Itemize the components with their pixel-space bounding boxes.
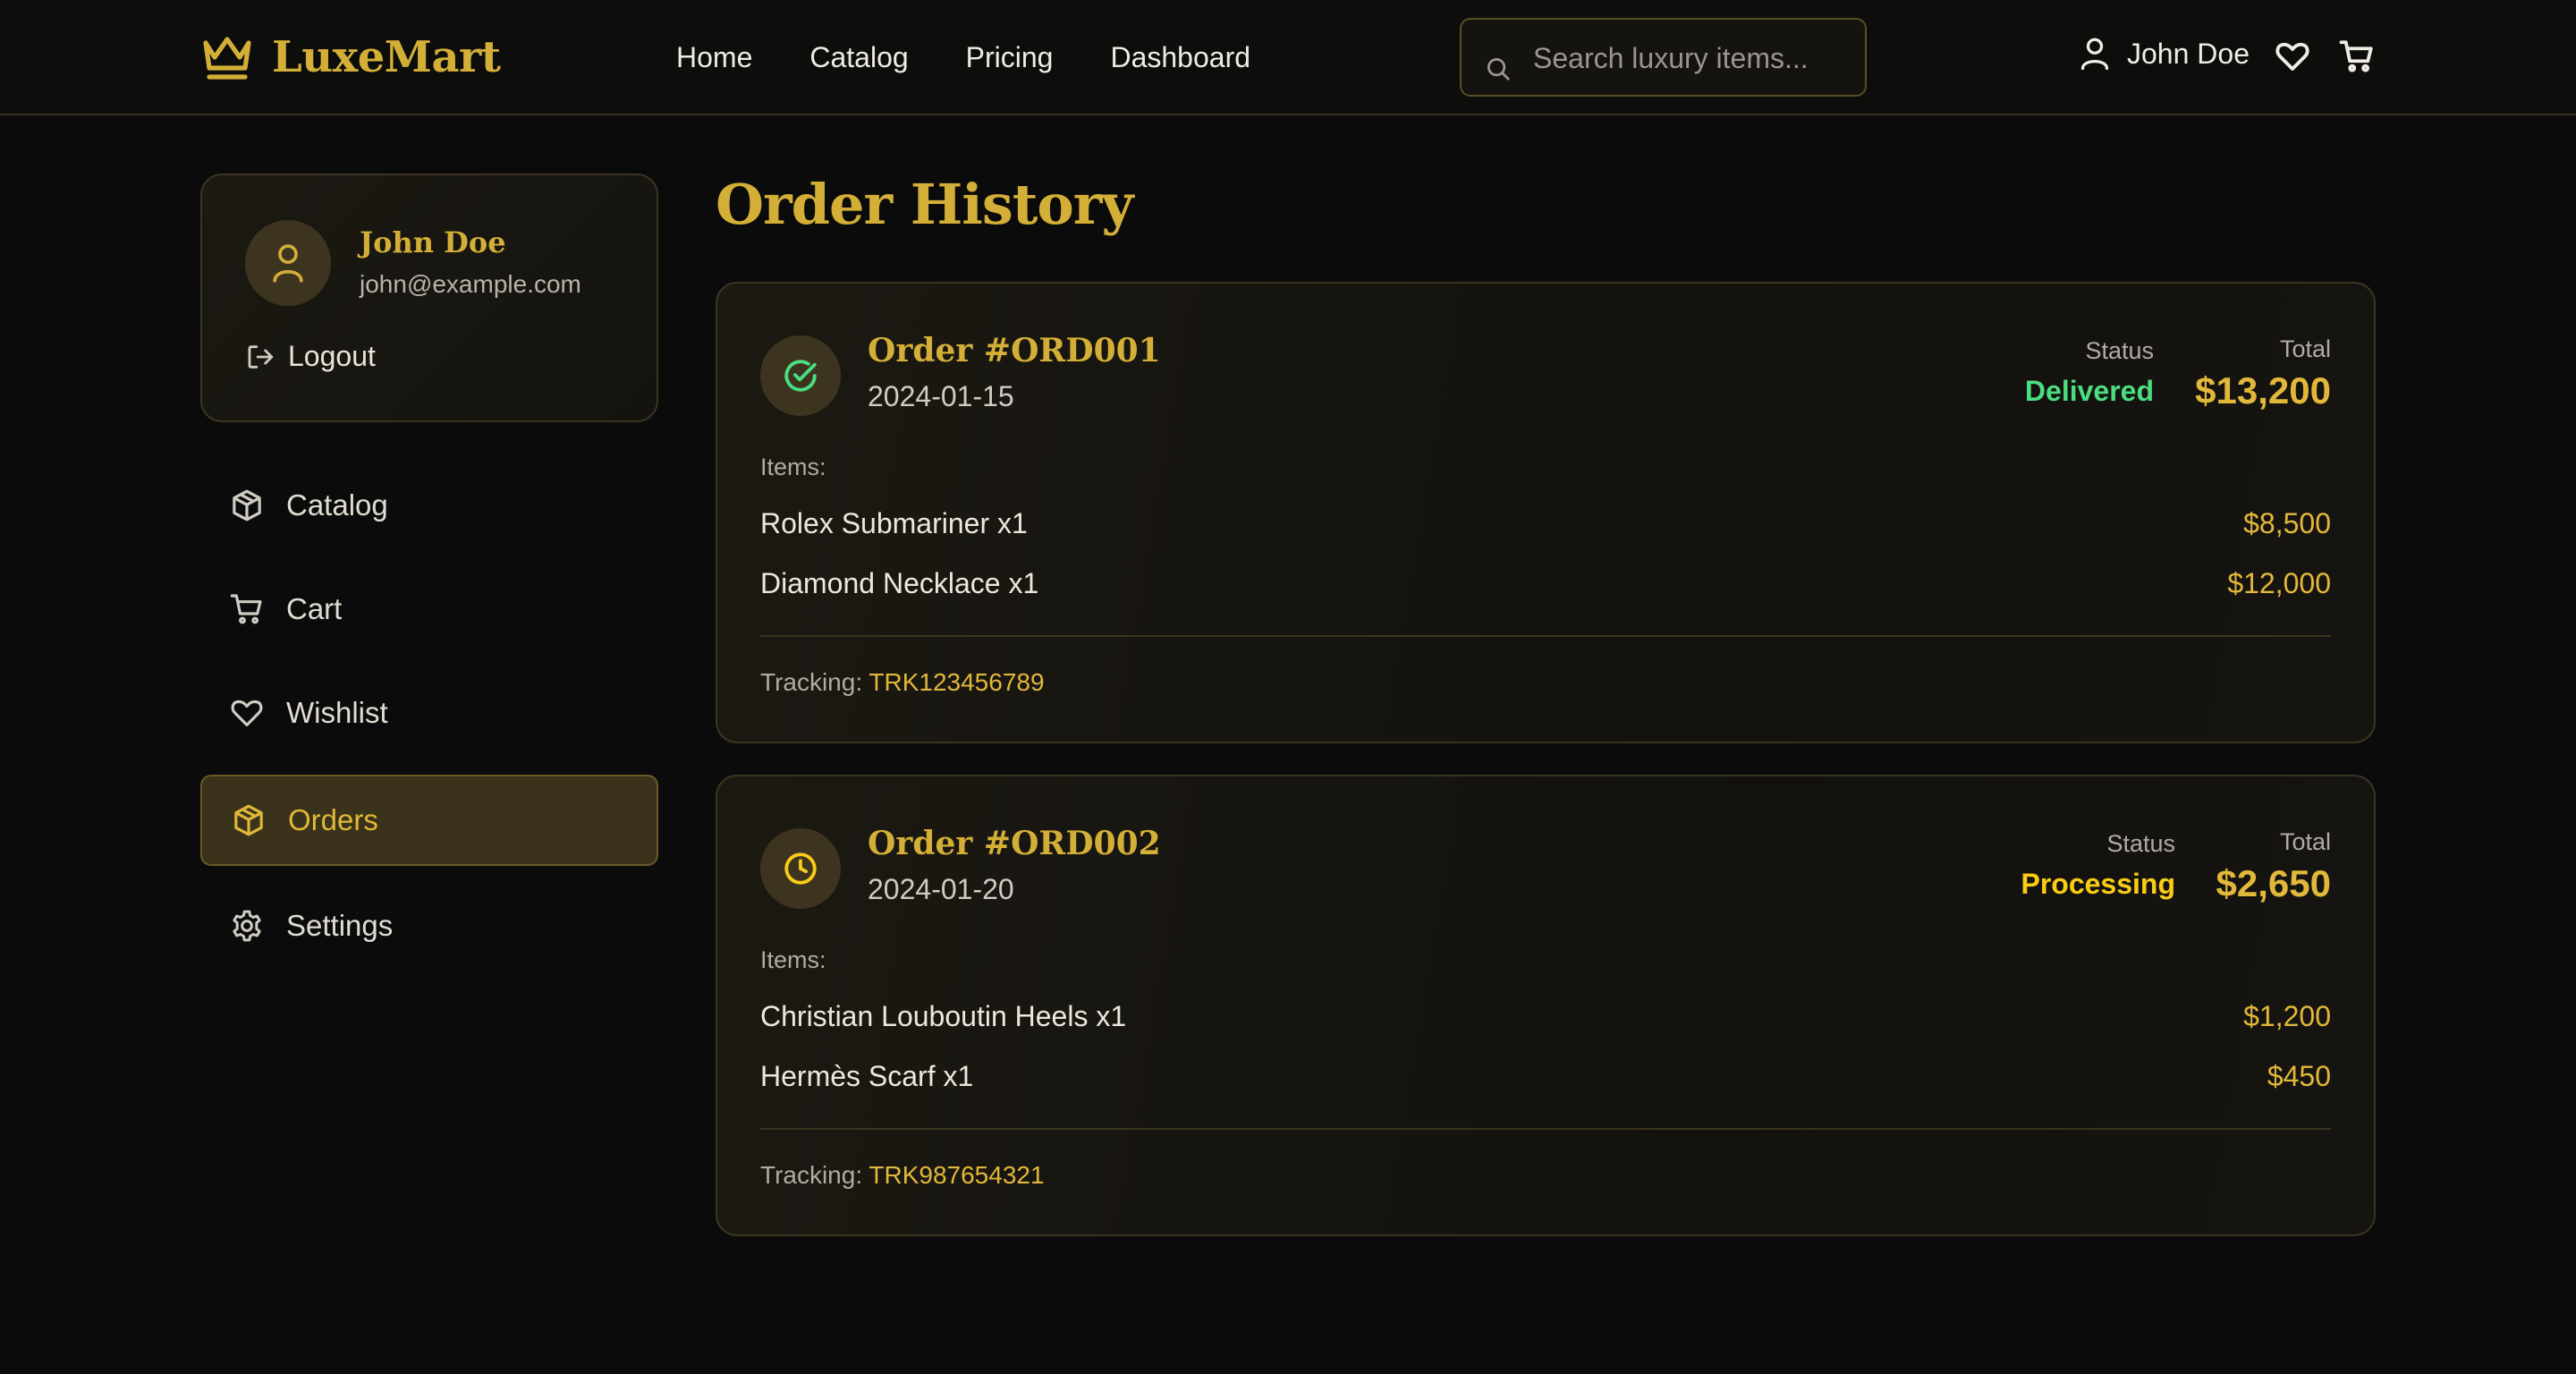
order-card: Order #ORD001 2024-01-15 Status Delivere… bbox=[716, 282, 2376, 743]
crown-icon bbox=[203, 37, 251, 80]
nav-dashboard[interactable]: Dashboard bbox=[1110, 36, 1250, 79]
nav-home[interactable]: Home bbox=[676, 36, 752, 79]
user-menu[interactable]: John Doe bbox=[2079, 36, 2250, 72]
cart-icon bbox=[230, 594, 262, 624]
sidebar-item-label: Orders bbox=[288, 803, 378, 836]
gear-icon bbox=[233, 910, 261, 942]
heart-icon bbox=[231, 700, 263, 726]
header-user-name: John Doe bbox=[2127, 37, 2250, 70]
check-circle-icon bbox=[784, 360, 817, 392]
logout-icon bbox=[248, 344, 274, 369]
item-name: Hermès Scarf x1 bbox=[760, 1060, 974, 1092]
sidebar-item-label: Wishlist bbox=[286, 696, 388, 729]
package-icon bbox=[233, 489, 261, 522]
tracking-link[interactable]: TRK123456789 bbox=[869, 668, 1044, 696]
item-name: Rolex Submariner x1 bbox=[760, 507, 1028, 539]
sidebar-item-label: Catalog bbox=[286, 488, 388, 522]
logout-label: Logout bbox=[288, 340, 376, 372]
brand-logo[interactable]: LuxeMart bbox=[200, 32, 501, 82]
main-nav: Home Catalog Pricing Dashboard bbox=[676, 36, 1250, 79]
order-id: Order #ORD001 bbox=[868, 332, 1161, 369]
sidebar-item-orders[interactable]: Orders bbox=[200, 775, 658, 866]
order-date: 2024-01-15 bbox=[868, 380, 1014, 412]
order-date: 2024-01-20 bbox=[868, 873, 1014, 905]
nav-catalog[interactable]: Catalog bbox=[809, 36, 908, 79]
item-name: Christian Louboutin Heels x1 bbox=[760, 1000, 1127, 1032]
total-label: Total bbox=[2279, 335, 2331, 362]
tracking-label: Tracking: bbox=[760, 668, 863, 696]
order-status: Processing bbox=[2021, 868, 2175, 900]
tracking-info: Tracking: TRK987654321 bbox=[760, 1161, 1045, 1190]
search-box bbox=[1460, 18, 1867, 97]
sidebar-item-settings[interactable]: Settings bbox=[200, 880, 658, 971]
list-item: Christian Louboutin Heels x1 $1,200 bbox=[760, 1000, 2331, 1045]
top-header: LuxeMart Home Catalog Pricing Dashboard … bbox=[0, 0, 2576, 115]
sidebar-item-wishlist[interactable]: Wishlist bbox=[200, 667, 658, 759]
list-item: Hermès Scarf x1 $450 bbox=[760, 1060, 2331, 1105]
search-icon bbox=[1487, 58, 1510, 81]
item-price: $1,200 bbox=[2243, 1000, 2331, 1032]
package-icon bbox=[234, 804, 263, 836]
item-price: $8,500 bbox=[2243, 507, 2331, 539]
search-input[interactable] bbox=[1533, 36, 1855, 81]
items-label: Items: bbox=[760, 454, 826, 480]
cart-icon bbox=[2339, 40, 2373, 72]
profile-card: John Doe john@example.com Logout bbox=[200, 174, 658, 422]
sidebar-item-label: Settings bbox=[286, 909, 394, 942]
page-title: Order History bbox=[716, 172, 1133, 237]
status-label: Status bbox=[2106, 830, 2175, 857]
order-status-badge bbox=[760, 335, 841, 416]
sidebar-item-label: Cart bbox=[286, 592, 343, 625]
total-label: Total bbox=[2279, 828, 2331, 855]
clock-icon bbox=[784, 852, 817, 885]
profile-email: john@example.com bbox=[360, 270, 581, 298]
item-name: Diamond Necklace x1 bbox=[760, 567, 1039, 599]
status-label: Status bbox=[2085, 337, 2154, 364]
logout-button[interactable]: Logout bbox=[245, 340, 376, 373]
wishlist-button[interactable] bbox=[2274, 38, 2311, 75]
order-card: Order #ORD002 2024-01-20 Status Processi… bbox=[716, 775, 2376, 1236]
tracking-link[interactable]: TRK987654321 bbox=[869, 1161, 1044, 1189]
avatar bbox=[245, 220, 331, 306]
sidebar-item-cart[interactable]: Cart bbox=[200, 564, 658, 655]
profile-name: John Doe bbox=[360, 225, 506, 259]
item-price: $450 bbox=[2267, 1060, 2331, 1092]
nav-pricing[interactable]: Pricing bbox=[966, 36, 1054, 79]
user-icon bbox=[273, 244, 303, 283]
list-item: Rolex Submariner x1 $8,500 bbox=[760, 507, 2331, 552]
order-status-badge bbox=[760, 828, 841, 909]
items-label: Items: bbox=[760, 946, 826, 973]
tracking-info: Tracking: TRK123456789 bbox=[760, 668, 1045, 697]
brand-name: LuxeMart bbox=[272, 32, 501, 82]
cart-button[interactable] bbox=[2338, 38, 2376, 75]
item-price: $12,000 bbox=[2227, 567, 2331, 599]
user-icon bbox=[2080, 38, 2109, 71]
order-status: Delivered bbox=[2024, 375, 2154, 407]
list-item: Diamond Necklace x1 $12,000 bbox=[760, 567, 2331, 612]
order-id: Order #ORD002 bbox=[868, 825, 1161, 862]
order-total: $2,650 bbox=[2216, 862, 2331, 904]
order-total: $13,200 bbox=[2195, 369, 2331, 411]
heart-icon bbox=[2275, 42, 2309, 71]
divider bbox=[760, 1128, 2331, 1130]
tracking-label: Tracking: bbox=[760, 1161, 863, 1189]
sidebar-item-catalog[interactable]: Catalog bbox=[200, 460, 658, 551]
divider bbox=[760, 635, 2331, 637]
